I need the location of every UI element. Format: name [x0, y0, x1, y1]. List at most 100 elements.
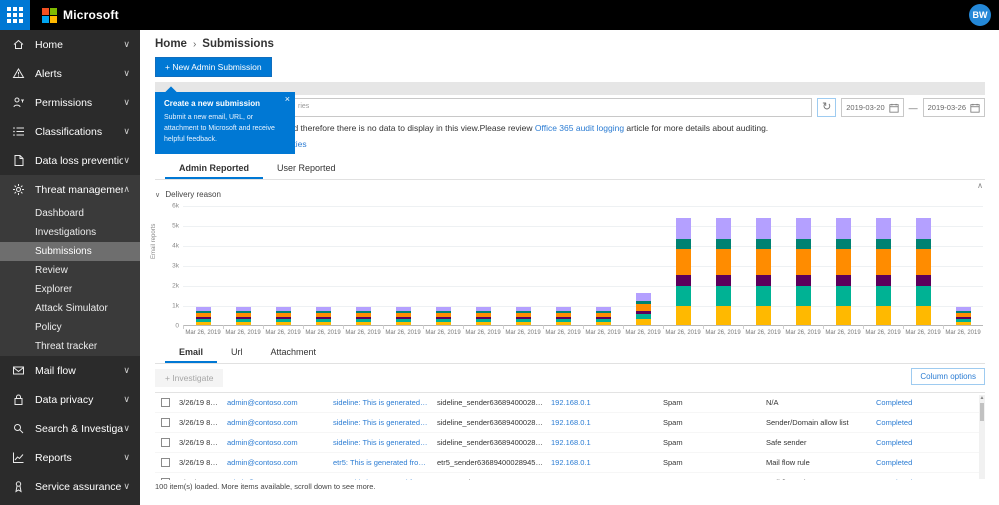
sidebar-item-classifications[interactable]: Classifications ∨	[0, 117, 140, 146]
sidebar-subitem-attack-simulator[interactable]: Attack Simulator	[0, 299, 140, 318]
chart-bar[interactable]	[435, 307, 451, 325]
cell-status[interactable]: Completed	[876, 438, 985, 447]
cell-sender-ip[interactable]: 192.168.0.1	[551, 458, 663, 467]
cell-subject[interactable]: etr5: This is generated from bgd 6368940…	[333, 458, 437, 467]
cell-sender-email[interactable]: admin@contoso.com	[227, 478, 333, 480]
microsoft-logo: Microsoft	[42, 7, 119, 23]
cell-subject[interactable]: sideline: This is generated from bgd 636…	[333, 398, 437, 407]
row-checkbox[interactable]	[161, 398, 170, 407]
chart-bar[interactable]	[795, 218, 811, 325]
sidebar-item-reports[interactable]: Reports ∨	[0, 443, 140, 472]
sidebar-item-permissions[interactable]: Permissions ∨	[0, 88, 140, 117]
chart-bar[interactable]	[755, 218, 771, 325]
chart-bar[interactable]	[315, 307, 331, 325]
sidebar-item-service-assurance[interactable]: Service assurance ∨	[0, 472, 140, 501]
sidebar-subitem-explorer[interactable]: Explorer	[0, 280, 140, 299]
sidebar-item-home[interactable]: Home ∨	[0, 30, 140, 59]
cell-sender-ip[interactable]: 192.168.0.1	[551, 418, 663, 427]
chart-bar[interactable]	[355, 307, 371, 325]
table-row[interactable]: 3/26/19 8:00 PMadmin@contoso.cometr5: Th…	[155, 453, 985, 473]
chart-bar[interactable]	[515, 307, 531, 325]
chart-bar[interactable]	[955, 307, 971, 325]
investigate-button[interactable]: + Investigate	[155, 369, 224, 387]
chart-bar[interactable]	[875, 218, 891, 325]
user-avatar[interactable]: BW	[969, 4, 991, 26]
chart-bar[interactable]	[475, 307, 491, 325]
collapse-section-icon[interactable]: ∧	[977, 181, 983, 190]
column-options-button[interactable]: Column options	[911, 368, 985, 385]
chart-x-tick	[623, 325, 624, 329]
chart-x-tick	[903, 325, 904, 329]
table-row[interactable]: 3/26/19 8:00 PMadmin@contoso.comsideline…	[155, 433, 985, 453]
close-icon[interactable]: ×	[285, 94, 290, 104]
cell-sender-ip[interactable]: 192.168.0.1	[551, 398, 663, 407]
app-launcher-button[interactable]	[0, 0, 30, 30]
tab-attachment[interactable]: Attachment	[257, 342, 331, 363]
chart-x-tick	[303, 325, 304, 329]
chart-bar[interactable]	[635, 293, 651, 325]
chart-bar[interactable]	[835, 218, 851, 325]
sidebar-item-data-privacy[interactable]: Data privacy ∨	[0, 385, 140, 414]
chart-bar-segment-teal	[875, 286, 891, 306]
chart-bar[interactable]	[395, 307, 411, 325]
sidebar-subitem-dashboard[interactable]: Dashboard	[0, 204, 140, 223]
row-checkbox[interactable]	[161, 438, 170, 447]
sidebar-item-data-loss-prevention[interactable]: Data loss prevention ∨	[0, 146, 140, 175]
row-checkbox[interactable]	[161, 478, 170, 480]
chart-bar[interactable]	[275, 307, 291, 325]
chart-x-tick	[463, 325, 464, 329]
cell-sender-ip[interactable]: 192.168.0.1	[551, 478, 663, 480]
sidebar-item-alerts[interactable]: Alerts ∨	[0, 59, 140, 88]
cell-sender-email[interactable]: admin@contoso.com	[227, 398, 333, 407]
audit-logging-link[interactable]: Office 365 audit logging	[535, 123, 624, 133]
chevron-down-icon: ∨	[123, 394, 130, 404]
cell-subject[interactable]: sideline: This is generated from bgd 636…	[333, 438, 437, 447]
home-icon	[13, 39, 24, 49]
sidebar-subitem-submissions[interactable]: Submissions	[0, 242, 140, 261]
sidebar-item-mail-flow[interactable]: Mail flow ∨	[0, 356, 140, 385]
chart-bar[interactable]	[235, 307, 251, 325]
chart-bar[interactable]	[715, 218, 731, 325]
tab-user-reported[interactable]: User Reported	[263, 158, 350, 179]
cell-status[interactable]: Completed	[876, 458, 985, 467]
chart-bar-segment-orange	[755, 249, 771, 275]
chart-bar[interactable]	[555, 307, 571, 325]
date-from-picker[interactable]: 2019-03-20	[841, 98, 904, 117]
cell-sender-ip[interactable]: 192.168.0.1	[551, 438, 663, 447]
tab-admin-reported[interactable]: Admin Reported	[165, 158, 264, 179]
row-checkbox[interactable]	[161, 418, 170, 427]
delivery-reason-toggle[interactable]: ∨ Delivery reason	[155, 190, 985, 199]
cell-sender-email[interactable]: admin@contoso.com	[227, 458, 333, 467]
cell-status[interactable]: Completed	[876, 418, 985, 427]
sidebar-item-threat-management[interactable]: Threat management ∧	[0, 175, 140, 204]
date-to-picker[interactable]: 2019-03-26	[922, 98, 985, 117]
table-scrollbar[interactable]: ▲	[979, 395, 985, 479]
row-checkbox[interactable]	[161, 458, 170, 467]
chart-bar[interactable]	[675, 218, 691, 325]
tab-url[interactable]: Url	[217, 342, 257, 363]
table-row[interactable]: 3/26/19 8:00 PMadmin@contoso.cometr5: Th…	[155, 473, 985, 480]
tab-email[interactable]: Email	[165, 342, 218, 363]
cell-delivery-reason: N/A	[766, 398, 779, 407]
refresh-button[interactable]: ↻	[817, 98, 837, 117]
chart-bar[interactable]	[195, 307, 211, 325]
chart-bar[interactable]	[915, 218, 931, 325]
sidebar-subitem-policy[interactable]: Policy	[0, 318, 140, 337]
scrollbar-thumb[interactable]	[980, 403, 984, 421]
cell-sender-email[interactable]: admin@contoso.com	[227, 438, 333, 447]
cell-subject[interactable]: sideline: This is generated from bgd 636…	[333, 418, 437, 427]
sidebar-subitem-threat-tracker[interactable]: Threat tracker	[0, 337, 140, 356]
table-row[interactable]: 3/26/19 8:00 PMadmin@contoso.comsideline…	[155, 413, 985, 433]
cell-sender-email[interactable]: admin@contoso.com	[227, 418, 333, 427]
cell-subject[interactable]: etr5: This is generated from bgd 6368940…	[333, 478, 437, 480]
table-row[interactable]: 3/26/19 8:00 PMadmin@contoso.comsideline…	[155, 393, 985, 413]
new-admin-submission-button[interactable]: + New Admin Submission	[155, 57, 272, 77]
chart-bar[interactable]	[595, 307, 611, 325]
sidebar-subitem-investigations[interactable]: Investigations	[0, 223, 140, 242]
sidebar-item-search-investigation[interactable]: Search & Investigation∨	[0, 414, 140, 443]
cell-status[interactable]: Completed	[876, 478, 985, 480]
breadcrumb-home[interactable]: Home	[155, 38, 187, 50]
sidebar-subitem-review[interactable]: Review	[0, 261, 140, 280]
cell-status[interactable]: Completed	[876, 398, 985, 407]
chart-bar-segment-amber	[395, 322, 411, 325]
